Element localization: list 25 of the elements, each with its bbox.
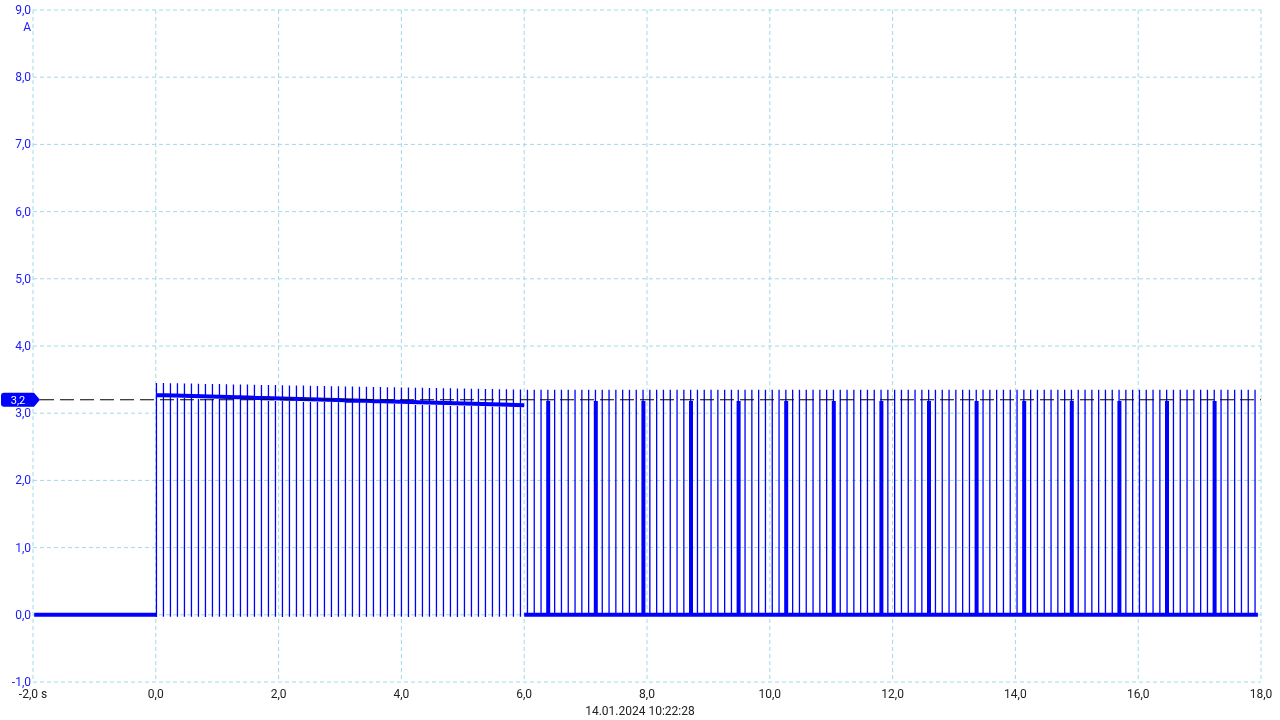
x-axis-label: 4,0: [393, 687, 410, 701]
x-axis-label: 0,0: [147, 687, 164, 701]
y-axis-label: 7,0: [15, 137, 31, 152]
y-axis-label: 2,0: [15, 473, 31, 488]
x-axis-label: 16,0: [1126, 687, 1150, 701]
y-axis-label: 5,0: [15, 271, 31, 286]
y-axis-label: 3,0: [15, 406, 31, 421]
y-axis-label: 1,0: [15, 540, 31, 555]
x-axis-label: 12,0: [881, 687, 904, 701]
x-axis-label: -2,0 s: [18, 687, 48, 701]
y-axis-unit: A: [23, 20, 31, 34]
y-axis-label: 0,0: [15, 607, 31, 622]
x-axis-label: 2,0: [270, 687, 287, 701]
y-axis-label: 9,0: [15, 3, 31, 17]
x-axis-label: 18,0: [1249, 687, 1273, 701]
x-axis-label: 8,0: [639, 687, 655, 701]
y-axis-label: 4,0: [15, 339, 31, 353]
y-axis-label: -1,0: [11, 675, 31, 689]
x-axis-label: 6,0: [516, 687, 533, 701]
x-axis-label: 10,0: [758, 687, 782, 701]
y-axis-label: 6,0: [15, 204, 31, 219]
level-marker[interactable]: 3,2: [1, 392, 40, 407]
x-axis-label: 14,0: [1004, 687, 1027, 701]
y-axis-label: 8,0: [15, 70, 31, 85]
timestamp: 14.01.2024 10:22:28: [585, 704, 695, 718]
